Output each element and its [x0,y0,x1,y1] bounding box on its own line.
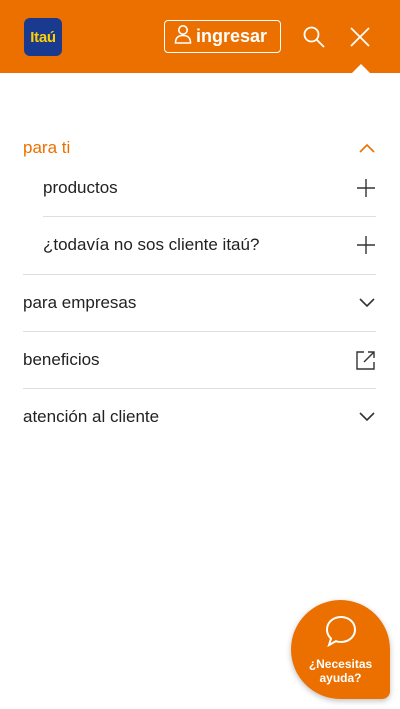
chevron-down-icon [358,411,376,423]
chevron-up-icon [358,142,376,154]
plus-icon [356,235,376,255]
top-header: Itaú ingresar [0,0,400,73]
menu-item-atencion-label: atención al cliente [23,407,160,426]
menu-item-beneficios-label: beneficios [23,350,100,369]
help-chat-button[interactable]: ¿Necesitas ayuda? [291,600,390,699]
close-menu-button[interactable] [348,25,372,49]
plus-icon [356,178,376,198]
chat-help-line-1: ¿Necesitas [308,657,373,671]
chat-help-line-2: ayuda? [319,671,362,685]
close-icon [348,27,372,53]
login-button[interactable]: ingresar [164,20,281,53]
menu-item-para-empresas-label: para empresas [23,293,137,312]
menu-item-beneficios[interactable]: beneficios [23,332,376,388]
menu-pointer [351,64,371,74]
external-link-icon [355,350,376,371]
menu-item-para-empresas[interactable]: para empresas [23,275,376,331]
search-button[interactable] [302,25,326,49]
menu-item-para-ti-label: para ti [23,138,71,157]
chat-help-text: ¿Necesitas ayuda? [301,657,381,685]
logo-text: Itaú [30,28,56,46]
chat-bubble-icon [324,614,358,653]
itau-logo[interactable]: Itaú [24,18,62,56]
submenu-item-productos-label: productos [43,178,118,197]
submenu-item-no-cliente[interactable]: ¿todavía no sos cliente itaú? [43,217,376,273]
submenu-item-no-cliente-label: ¿todavía no sos cliente itaú? [43,235,260,254]
menu-item-atencion-cliente[interactable]: atención al cliente [23,389,376,445]
login-label: ingresar [196,26,268,46]
chevron-down-icon [358,297,376,309]
user-icon [174,24,192,49]
search-icon [302,26,326,53]
submenu-item-productos[interactable]: productos [43,160,376,216]
